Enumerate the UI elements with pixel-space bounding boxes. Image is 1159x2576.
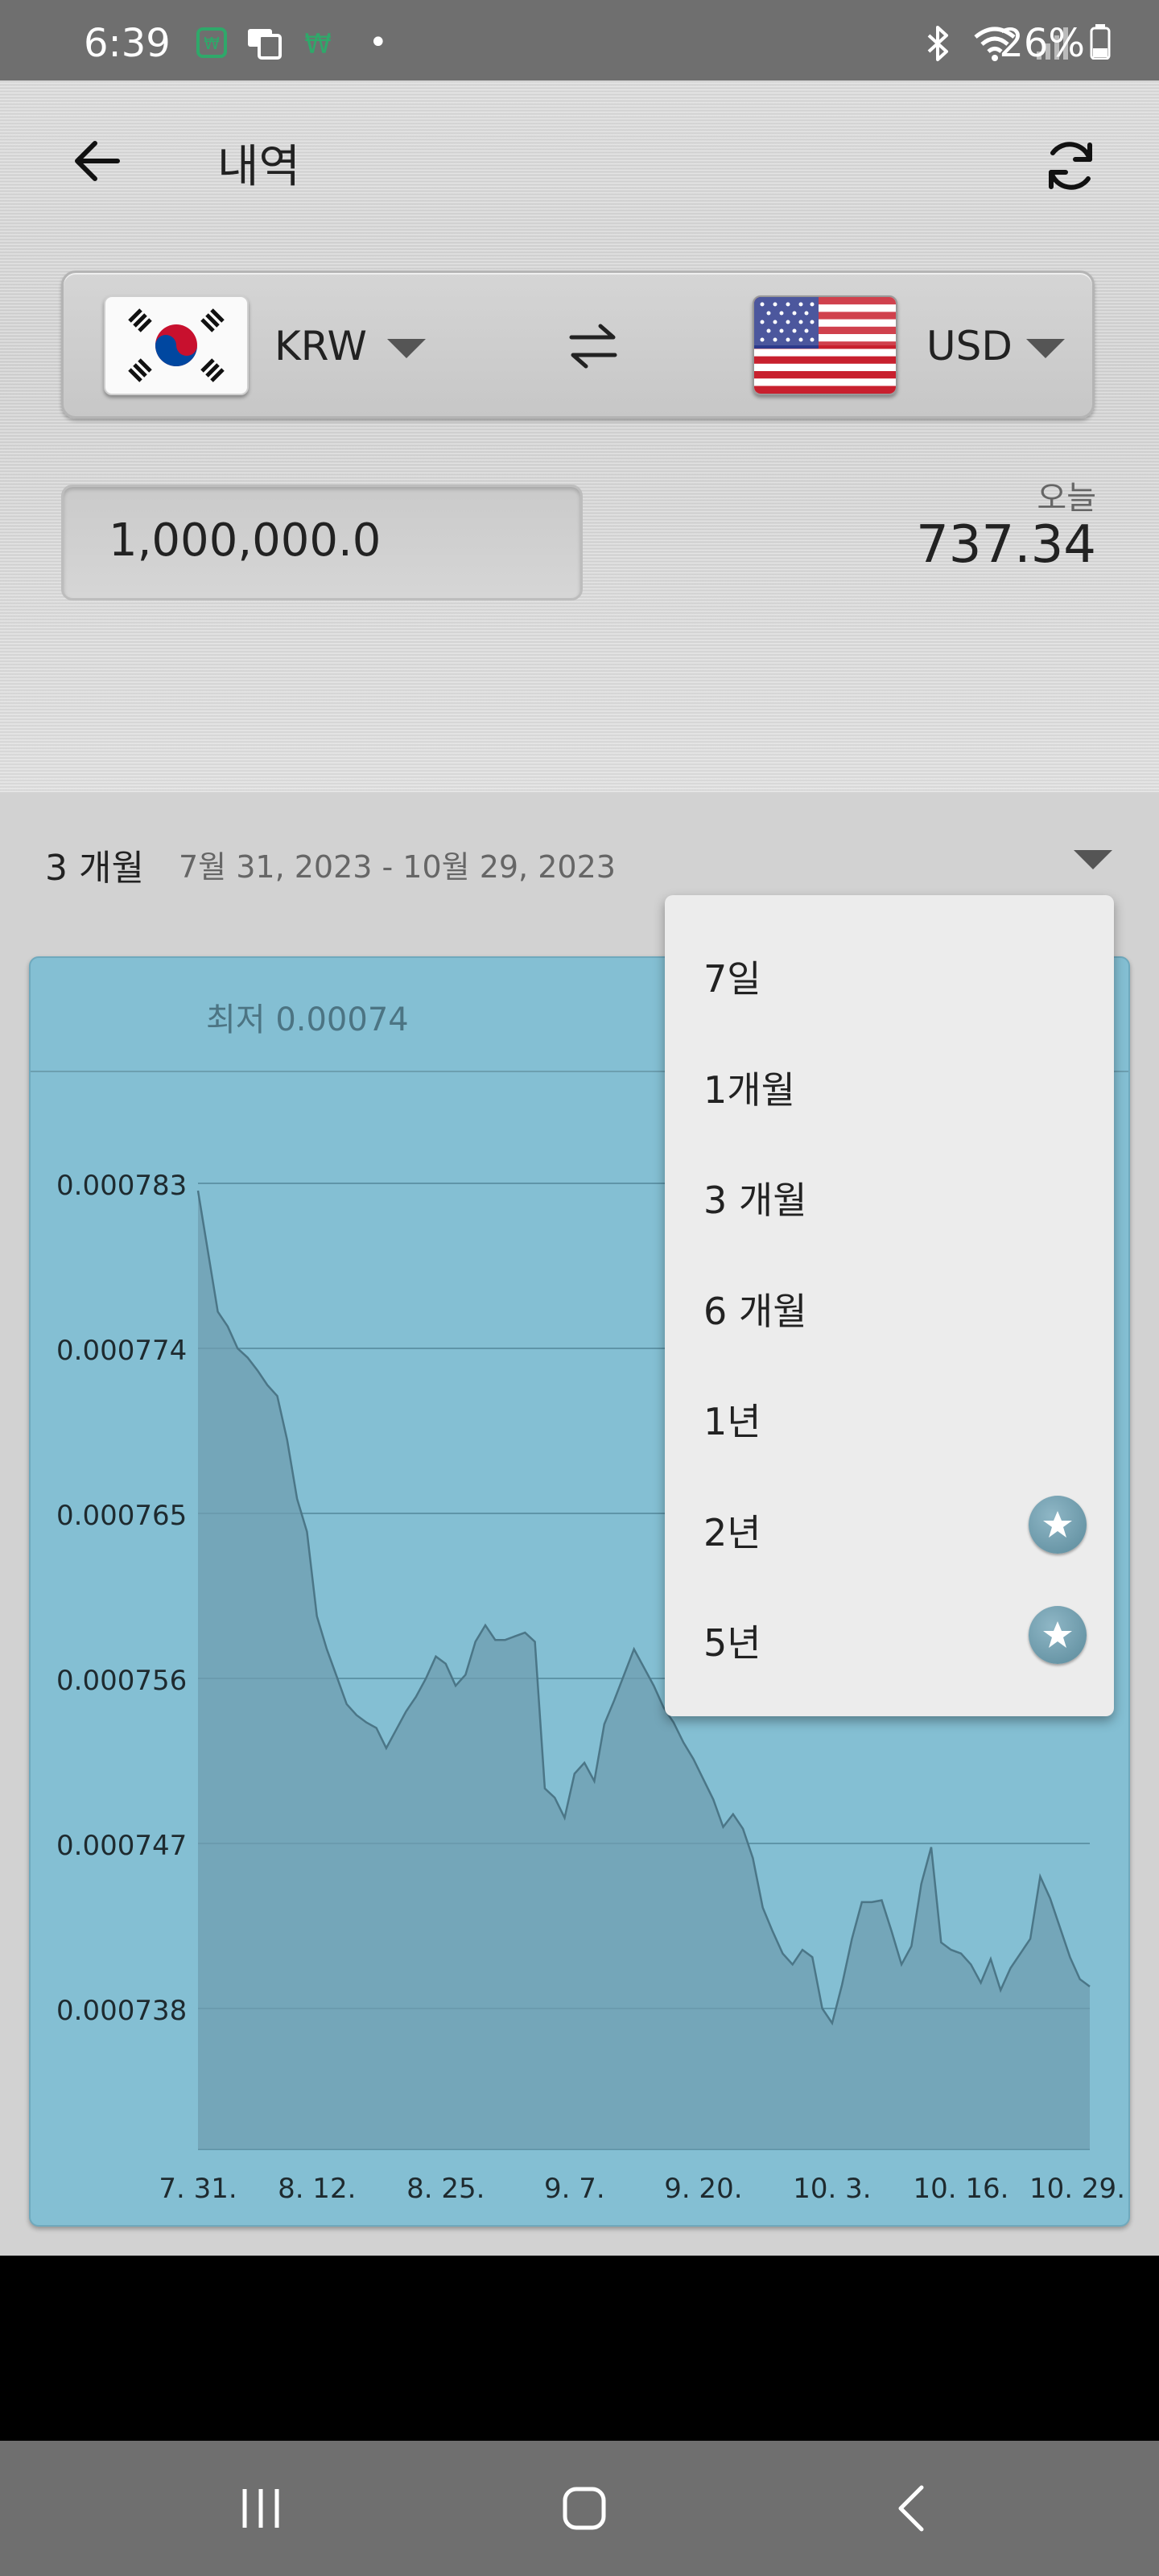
period-option-label: 5년: [703, 1621, 761, 1665]
to-currency-dropdown-icon[interactable]: [1026, 339, 1065, 358]
from-currency-code[interactable]: KRW: [274, 323, 367, 369]
period-option-label: 2년: [703, 1510, 761, 1554]
y-tick-label: 0.000765: [56, 1500, 187, 1532]
battery-icon: [1090, 24, 1111, 60]
period-option-label: 1개월: [703, 1067, 795, 1112]
united-states-flag-icon: [754, 297, 896, 394]
to-currency-flag[interactable]: [753, 295, 897, 395]
more-notifications-dot: •: [369, 24, 388, 61]
x-tick-label: 10. 3.: [793, 2173, 871, 2205]
period-option-label: 6 개월: [703, 1289, 807, 1333]
today-label: 오늘: [1037, 480, 1096, 517]
x-tick-label: 8. 12.: [278, 2173, 356, 2205]
to-currency-code[interactable]: USD: [926, 323, 1013, 369]
home-icon: [563, 2487, 606, 2530]
period-option[interactable]: 5년: [665, 1580, 1114, 1690]
period-option[interactable]: 1개월: [665, 1027, 1114, 1137]
premium-star-icon: [1029, 1606, 1087, 1664]
period-option[interactable]: 6 개월: [665, 1249, 1114, 1359]
period-option[interactable]: 2년: [665, 1470, 1114, 1580]
period-selected-label: 3 개월: [45, 848, 144, 889]
notification-app-icon: ₩: [196, 27, 227, 58]
period-option[interactable]: 1년: [665, 1359, 1114, 1469]
period-option-label: 1년: [703, 1400, 761, 1443]
y-tick-label: 0.000738: [56, 1995, 187, 2027]
from-currency-flag[interactable]: [104, 295, 249, 395]
chevron-left-icon: [898, 2485, 924, 2532]
x-tick-label: 9. 7.: [544, 2173, 605, 2205]
battery-percent: 26%: [999, 21, 1111, 66]
app-bar: 내역: [0, 80, 1159, 242]
x-tick-label: 10. 29.: [1029, 2173, 1125, 2205]
svg-text:₩: ₩: [304, 28, 332, 60]
device-icon: [248, 29, 282, 60]
y-tick-label: 0.000774: [56, 1335, 187, 1367]
svg-text:₩: ₩: [204, 34, 220, 53]
x-tick-label: 7. 31.: [159, 2173, 237, 2205]
chevron-down-icon[interactable]: [1074, 850, 1112, 869]
x-tick-label: 9. 20.: [664, 2173, 742, 2205]
refresh-icon: [1049, 142, 1092, 190]
amount-input[interactable]: 1,000,000.0: [61, 485, 583, 601]
period-option[interactable]: 3 개월: [665, 1137, 1114, 1248]
page-title: 내역: [217, 141, 301, 193]
y-tick-label: 0.000783: [56, 1170, 187, 1202]
from-currency-dropdown-icon[interactable]: [387, 339, 426, 358]
currency-selector-panel: KRW USD: [61, 270, 1095, 419]
empty-area: [0, 2256, 1159, 2441]
bluetooth-icon: [927, 26, 948, 61]
premium-star-icon: [1029, 1495, 1087, 1554]
status-bar: 6:39 ₩ ₩ • 26%: [0, 0, 1159, 80]
y-tick-label: 0.000747: [56, 1830, 187, 1862]
status-time: 6:39: [84, 21, 171, 66]
home-button[interactable]: [544, 2476, 625, 2541]
converter-header: 내역 KRW USD 1,000,000.0 오늘 737.34: [0, 80, 1159, 795]
arrow-left-icon: [75, 141, 120, 181]
period-dropdown-menu: 7일 1개월 3 개월 6 개월 1년 2년 5년: [665, 895, 1114, 1716]
refresh-button[interactable]: [1030, 126, 1111, 206]
y-tick-label: 0.000756: [56, 1665, 187, 1697]
converted-value: 737.34: [916, 515, 1096, 575]
status-notification-icons: ₩ ₩ •: [193, 24, 388, 61]
navigation-bar: [0, 2441, 1159, 2576]
period-option-label: 3 개월: [703, 1179, 807, 1222]
period-option[interactable]: 7일: [665, 916, 1114, 1026]
period-date-range: 7월 31, 2023 - 10월 29, 2023: [179, 849, 616, 885]
system-back-button[interactable]: [871, 2476, 951, 2541]
period-option-label: 7일: [703, 957, 761, 1001]
recent-apps-icon: [242, 2489, 279, 2528]
back-button[interactable]: [64, 129, 129, 193]
swap-currencies-button[interactable]: [553, 310, 633, 382]
x-tick-label: 8. 25.: [406, 2173, 485, 2205]
notification-app-icon-2: ₩: [304, 28, 332, 60]
south-korea-flag-icon: [128, 308, 225, 382]
x-tick-label: 10. 16.: [913, 2173, 1008, 2205]
recent-apps-button[interactable]: [221, 2476, 301, 2541]
swap-arrows-icon: [569, 324, 617, 369]
